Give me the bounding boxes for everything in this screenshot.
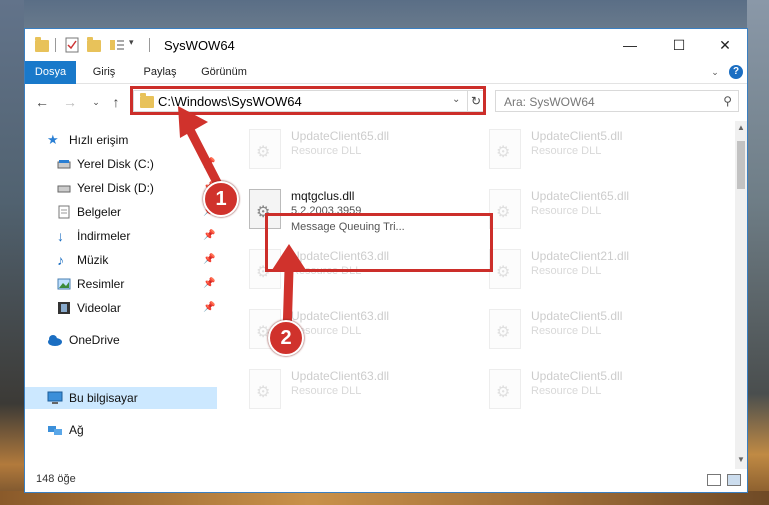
file-type: Resource DLL	[531, 205, 602, 217]
tab-share[interactable]: Paylaş	[134, 61, 186, 84]
up-arrow-icon[interactable]: ↑	[107, 93, 125, 111]
explorer-window: ▾ SysWOW64 — ☐ ✕ Dosya Giriş Paylaş Görü…	[24, 28, 748, 493]
desktop-background-right	[747, 0, 769, 505]
file-name: UpdateClient65.dll	[531, 189, 630, 203]
large-icons-view-icon[interactable]	[727, 474, 741, 486]
videos-icon	[57, 301, 71, 315]
list-item[interactable]: UpdateClient5.dll Resource DLL	[485, 125, 715, 175]
star-icon: ★	[47, 132, 59, 147]
close-button[interactable]: ✕	[702, 29, 748, 61]
list-item[interactable]: UpdateClient5.dll Resource DLL	[485, 365, 715, 415]
window-title: SysWOW64	[164, 38, 235, 53]
customize-toolbar-icon[interactable]: ▾	[129, 37, 134, 53]
divider	[149, 38, 150, 52]
list-item[interactable]: UpdateClient5.dll Resource DLL	[485, 305, 715, 355]
sidebar-item-label: Yerel Disk (D:)	[77, 181, 154, 195]
pictures-icon	[57, 277, 71, 291]
annotation-arrows	[178, 106, 306, 339]
dll-file-icon	[489, 309, 521, 349]
file-name: UpdateClient5.dll	[531, 129, 623, 143]
list-item[interactable]: UpdateClient21.dll Resource DLL	[485, 245, 715, 295]
tab-home[interactable]: Giriş	[81, 61, 127, 84]
recent-locations-icon[interactable]: ⌄	[87, 93, 105, 111]
divider	[55, 38, 56, 52]
sidebar-item-label: Ağ	[69, 423, 84, 437]
forward-arrow-icon[interactable]: →	[61, 93, 79, 111]
file-name: UpdateClient21.dll	[531, 249, 630, 263]
list-item[interactable]: UpdateClient65.dll Resource DLL	[485, 185, 715, 235]
desktop-background-bottom	[0, 491, 769, 505]
computer-icon	[47, 391, 63, 405]
sidebar-item-label: Resimler	[77, 277, 125, 291]
drive-icon	[57, 181, 71, 195]
minimize-button[interactable]: —	[607, 29, 653, 61]
documents-icon	[57, 205, 71, 219]
sidebar-item-label: Bu bilgisayar	[69, 391, 138, 405]
dll-file-icon	[489, 369, 521, 409]
sidebar-item-label: Hızlı erişim	[69, 133, 129, 147]
sidebar-item-label: Yerel Disk (C:)	[77, 157, 154, 171]
step-badge-1: 1	[203, 181, 239, 217]
item-count: 148 öğe	[36, 473, 76, 485]
file-name: UpdateClient63.dll	[291, 369, 390, 383]
title-bar: ▾ SysWOW64 — ☐ ✕	[25, 29, 747, 61]
file-name: UpdateClient5.dll	[531, 309, 623, 323]
sidebar-item-label: İndirmeler	[77, 229, 131, 243]
file-type: Resource DLL	[531, 325, 602, 337]
vertical-scrollbar[interactable]: ▲ ▼	[735, 121, 747, 469]
sidebar-item-label: Videolar	[77, 301, 121, 315]
scroll-up-icon[interactable]: ▲	[735, 123, 747, 132]
view-options-icon[interactable]	[109, 37, 125, 53]
tab-file[interactable]: Dosya	[25, 61, 76, 84]
details-view-icon[interactable]	[707, 474, 721, 486]
file-type: Resource DLL	[531, 145, 602, 157]
back-arrow-icon[interactable]: ←	[33, 93, 51, 111]
step-badge-2: 2	[268, 320, 304, 356]
file-type: Resource DLL	[531, 385, 602, 397]
list-item[interactable]: UpdateClient63.dll Resource DLL	[245, 365, 475, 415]
dll-file-icon	[249, 369, 281, 409]
music-icon: ♪	[57, 252, 64, 268]
search-input[interactable]: Ara: SysWOW64	[504, 95, 595, 109]
ribbon-tabs: Dosya Giriş Paylaş Görünüm ⌄ ?	[25, 61, 747, 84]
tab-view[interactable]: Görünüm	[193, 61, 255, 84]
status-bar: 148 öğe	[25, 469, 747, 492]
sidebar-item-this-pc[interactable]: Bu bilgisayar	[25, 387, 217, 409]
sidebar-item-label: OneDrive	[69, 333, 120, 347]
file-type: Resource DLL	[291, 385, 362, 397]
scrollbar-thumb[interactable]	[737, 141, 745, 189]
ribbon-expand-icon[interactable]: ⌄	[709, 61, 721, 84]
file-type: Resource DLL	[531, 265, 602, 277]
drive-icon	[57, 157, 71, 171]
sidebar-item-label: Belgeler	[77, 205, 122, 219]
search-icon[interactable]: ⚲	[723, 94, 732, 108]
maximize-button[interactable]: ☐	[656, 29, 702, 61]
sidebar-item-label: Müzik	[77, 253, 109, 267]
dll-file-icon	[489, 129, 521, 169]
network-icon	[47, 423, 62, 437]
dll-file-icon	[489, 189, 521, 229]
cloud-icon	[47, 333, 62, 347]
help-button[interactable]: ?	[729, 65, 743, 79]
file-name: UpdateClient5.dll	[531, 369, 623, 383]
properties-icon[interactable]	[65, 37, 79, 53]
download-icon: ↓	[57, 228, 64, 244]
sidebar-item-network[interactable]: Ağ	[25, 419, 217, 441]
scroll-down-icon[interactable]: ▼	[735, 455, 747, 464]
dll-file-icon	[489, 249, 521, 289]
search-box[interactable]: Ara: SysWOW64 ⚲	[495, 90, 739, 112]
desktop-background-left	[0, 0, 24, 505]
